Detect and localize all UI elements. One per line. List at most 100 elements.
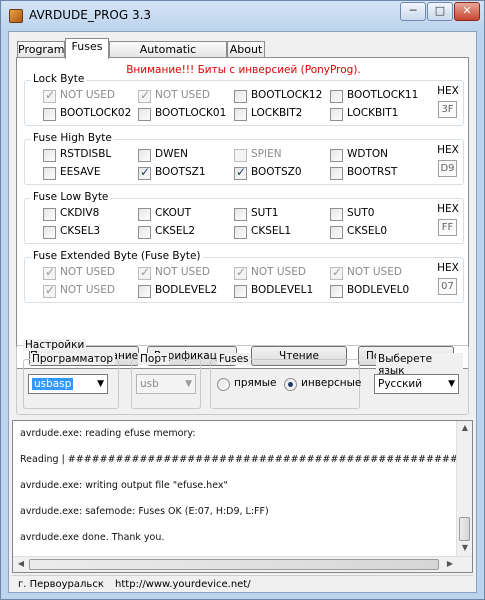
- log-output[interactable]: avrdude.exe: reading efuse memory: Readi…: [12, 420, 473, 573]
- checkbox-box[interactable]: [138, 165, 151, 180]
- tab-automatic-programming[interactable]: Automatic programming: [109, 41, 227, 71]
- checkbox-box[interactable]: [234, 208, 247, 221]
- fuse-bit-label: CKOUT: [155, 207, 192, 219]
- fuse-bit-label: CKSEL3: [60, 225, 101, 237]
- fuse-high-title: Fuse High Byte: [31, 132, 114, 144]
- hex-label: HEX: [437, 262, 459, 274]
- fuse-bit-label: BODLEVEL1: [251, 284, 314, 296]
- chevron-down-icon: ▼: [448, 379, 455, 389]
- checkbox-box[interactable]: [330, 108, 343, 121]
- fuse-bit-label: CKSEL0: [347, 225, 388, 237]
- fuse-bit-label: LOCKBIT1: [347, 107, 399, 119]
- hex-value-field: 3F: [438, 101, 457, 118]
- checkbox-box[interactable]: [234, 165, 247, 180]
- fuses-mode-label: Fuses: [217, 353, 251, 365]
- checkbox-box[interactable]: [234, 226, 247, 239]
- lock-byte-title: Lock Byte: [31, 73, 87, 85]
- checkbox-box[interactable]: [330, 226, 343, 239]
- lock-byte-group: Lock Byte NOT USED NOT USED BOOTLOCK12 BOOT…: [24, 73, 464, 126]
- checkbox-box[interactable]: [330, 149, 343, 162]
- fuse-bit-label: BOOTLOCK02: [60, 107, 132, 119]
- port-value: usb: [140, 378, 159, 390]
- checkbox-box: [43, 265, 56, 280]
- checkbox-box[interactable]: [234, 90, 247, 103]
- checkbox-box[interactable]: [234, 108, 247, 121]
- fuse-bit-label: BOOTRST: [347, 166, 398, 178]
- radio-direct-dot[interactable]: [217, 378, 230, 391]
- log-line: Reading | ##############################…: [20, 454, 472, 465]
- settings-title: Настройки: [23, 339, 87, 351]
- fuse-bit-label: BOOTLOCK11: [347, 89, 419, 101]
- scroll-right-icon[interactable]: ▶: [442, 559, 458, 568]
- tab-fuses[interactable]: Fuses: [65, 38, 109, 59]
- fuse-low-title: Fuse Low Byte: [31, 191, 111, 203]
- fuse-bit-label: EESAVE: [60, 166, 101, 178]
- programmer-group: Программатор usbasp ▼: [23, 353, 119, 409]
- fuse-bit-label: NOT USED: [347, 266, 402, 278]
- fuse-bit-label: BOOTLOCK01: [155, 107, 227, 119]
- scroll-left-icon[interactable]: ◀: [13, 559, 29, 568]
- status-bar: г. Первоуральск http://www.yourdevice.ne…: [12, 575, 473, 592]
- fuse-bit-label: WDTON: [347, 148, 389, 160]
- hex-label: HEX: [437, 144, 459, 156]
- log-line: avrdude.exe: reading efuse memory:: [20, 428, 196, 439]
- fuse-bit-label: BOOTSZ1: [155, 166, 206, 178]
- fuse-bit-label: DWEN: [155, 148, 188, 160]
- checkbox-box[interactable]: [330, 167, 343, 180]
- radio-inverse-dot[interactable]: [284, 378, 297, 391]
- log-line: avrdude.exe done. Thank you.: [20, 532, 165, 543]
- client-area: Program Fuses Automatic programming Abou…: [8, 31, 477, 593]
- language-value: Русский: [378, 378, 423, 390]
- title-bar[interactable]: AVRDUDE_PROG 3.3 ─ □ ✕: [1, 1, 484, 31]
- radio-inverse-label: инверсные: [301, 377, 362, 389]
- fuse-bit-label: BOOTLOCK12: [251, 89, 323, 101]
- scroll-down-icon[interactable]: ▼: [457, 543, 472, 552]
- programmer-value: usbasp: [32, 378, 74, 390]
- radio-direct-label: прямые: [234, 377, 277, 389]
- checkbox-box[interactable]: [43, 167, 56, 180]
- checkbox-box[interactable]: [43, 226, 56, 239]
- close-button[interactable]: ✕: [454, 2, 480, 21]
- tab-program[interactable]: Program: [17, 41, 65, 58]
- checkbox-box[interactable]: [43, 208, 56, 221]
- log-horizontal-scrollbar[interactable]: ◀ ▶: [13, 556, 472, 572]
- checkbox-box: [43, 88, 56, 103]
- checkbox-box[interactable]: [138, 226, 151, 239]
- hex-value-field: FF: [438, 219, 457, 236]
- checkbox-box[interactable]: [43, 108, 56, 121]
- hex-label: HEX: [437, 203, 459, 215]
- log-vertical-scrollbar[interactable]: ▲ ▼: [456, 421, 472, 557]
- fuse-bit-label: NOT USED: [155, 266, 210, 278]
- checkbox-box[interactable]: [234, 285, 247, 298]
- checkbox-box[interactable]: [330, 208, 343, 221]
- fuse-bit-label: RSTDISBL: [60, 148, 112, 160]
- minimize-button[interactable]: ─: [400, 2, 426, 21]
- fuse-bit-label: BODLEVEL2: [155, 284, 218, 296]
- checkbox-box: [138, 88, 151, 103]
- scroll-up-icon[interactable]: ▲: [457, 423, 472, 432]
- fuse-bit-label: CKSEL2: [155, 225, 196, 237]
- port-group: Порт usb ▼: [131, 353, 201, 409]
- maximize-button[interactable]: □: [427, 2, 453, 21]
- checkbox-box[interactable]: [138, 208, 151, 221]
- port-select: usb ▼: [136, 374, 196, 394]
- hex-label: HEX: [437, 85, 459, 97]
- vertical-scroll-thumb[interactable]: [459, 517, 470, 541]
- log-line: avrdude.exe: safemode: Fuses OK (E:07, H…: [20, 506, 269, 517]
- programmer-label: Программатор: [30, 353, 116, 365]
- checkbox-box[interactable]: [138, 149, 151, 162]
- checkbox-box[interactable]: [330, 90, 343, 103]
- fuse-bit-label: NOT USED: [60, 284, 115, 296]
- programmer-select[interactable]: usbasp ▼: [28, 374, 108, 394]
- language-select[interactable]: Русский ▼: [374, 374, 459, 394]
- checkbox-box[interactable]: [43, 149, 56, 162]
- fuse-bit-label: BODLEVEL0: [347, 284, 410, 296]
- fuse-bit-label: SUT0: [347, 207, 375, 219]
- checkbox-box[interactable]: [138, 285, 151, 298]
- horizontal-scroll-thumb[interactable]: [29, 559, 439, 570]
- checkbox-box[interactable]: [330, 285, 343, 298]
- checkbox-box[interactable]: [138, 108, 151, 121]
- tab-about[interactable]: About: [227, 41, 265, 58]
- log-line: avrdude.exe: writing output file "efuse.…: [20, 480, 228, 491]
- app-window: AVRDUDE_PROG 3.3 ─ □ ✕ Program Fuses Aut…: [0, 0, 485, 600]
